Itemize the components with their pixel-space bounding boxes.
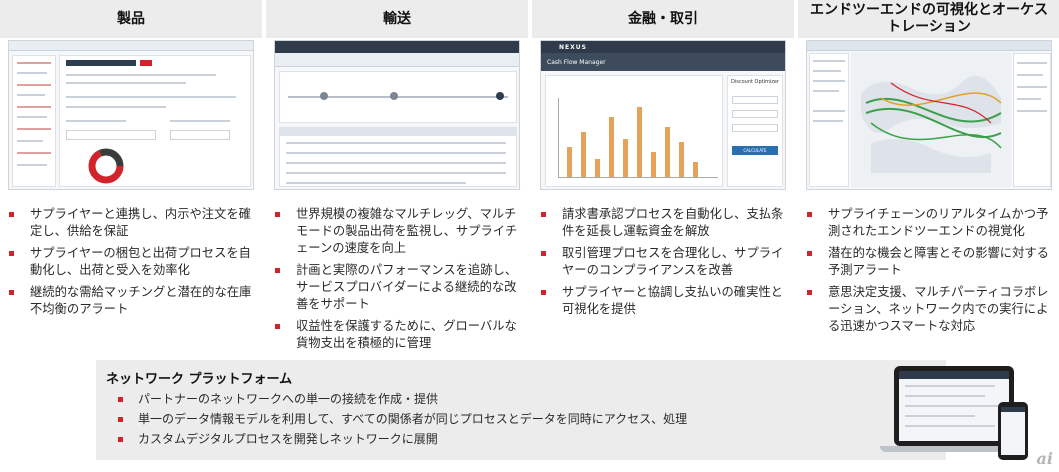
column-finance: 金融・取引 NEXUS Cash Flow Manager Discount O…: [532, 0, 794, 360]
products-screenshot: [8, 40, 254, 190]
column-title: 金融・取引: [532, 0, 794, 38]
column-title: 製品: [0, 0, 262, 38]
bullet-list: サプライヤーと連携し、内示や注文を確定し、供給を保証 サプライヤーの梱包と出荷プ…: [8, 206, 258, 323]
transport-screenshot: [274, 40, 520, 190]
bullet-list: 世界規模の複雑なマルチレッグ、マルチモードの製品出荷を監視し、サプライチェーンの…: [274, 206, 524, 357]
chart-panel: [545, 75, 723, 187]
laptop-icon: [894, 366, 1014, 446]
network-platform-section: ネットワーク プラットフォーム パートナーのネットワークへの単一の接続を作成・提…: [96, 360, 946, 460]
bullet-item: サプライヤーと連携し、内示や注文を確定し、供給を保証: [8, 206, 258, 240]
column-visibility: エンドツーエンドの可視化とオーケストレーション サプライチェーンのリアルタイムか…: [798, 0, 1059, 360]
column-products: 製品 サプライヤーと連携し、内示や注文を確定し、供給を保証 サプライヤーの梱包と…: [0, 0, 262, 360]
bullet-item: 単一のデータ情報モデルを利用して、すべての関係者が同じプロセスとデータを同時にア…: [118, 412, 687, 427]
visibility-screenshot: [806, 40, 1052, 190]
network-title: ネットワーク プラットフォーム: [106, 372, 293, 387]
bullet-item: サプライヤーと協調し支払いの確実性と可視化を提供: [540, 284, 790, 318]
network-bullet-list: パートナーのネットワークへの単一の接続を作成・提供 単一のデータ情報モデルを利用…: [118, 392, 687, 452]
bullet-item: 潜在的な機会と障害とその影響に対する予測アラート: [806, 245, 1056, 279]
phone-icon: [998, 402, 1028, 460]
bullet-item: 計画と実際のパフォーマンスを追跡し、サービスプロバイダーによる継続的な改善をサポ…: [274, 262, 524, 313]
column-title: エンドツーエンドの可視化とオーケストレーション: [798, 0, 1059, 38]
timeline-panel: [279, 71, 517, 123]
bullet-item: 世界規模の複雑なマルチレッグ、マルチモードの製品出荷を監視し、サプライチェーンの…: [274, 206, 524, 257]
right-panel: [1013, 53, 1051, 187]
bullet-list: サプライチェーンのリアルタイムかつ予測されたエンドツーエンドの視覚化 潜在的な機…: [806, 206, 1056, 340]
detail-panel: [59, 55, 251, 187]
bullet-list: 請求書承認プロセスを自動化し、支払条件を延長し運転資金を解放 取引管理プロセスを…: [540, 206, 790, 323]
devices-illustration: [880, 362, 1050, 466]
nexus-logo: NEXUS: [559, 43, 587, 51]
world-map-icon: [851, 53, 1011, 187]
shipments-table: [279, 127, 517, 187]
left-list-panel: [12, 55, 56, 187]
watermark-logo: ai: [1036, 449, 1053, 468]
left-panel: [809, 53, 849, 187]
bullet-item: 請求書承認プロセスを自動化し、支払条件を延長し運転資金を解放: [540, 206, 790, 240]
bullet-item: サプライヤーの梱包と出荷プロセスを自動化し、出荷と受入を効率化: [8, 245, 258, 279]
donut-chart-icon: [88, 148, 124, 184]
column-title: 輸送: [266, 0, 528, 38]
bullet-item: 収益性を保護するために、グローバルな貨物支出を積極的に管理: [274, 318, 524, 352]
app-title: Cash Flow Manager: [547, 58, 606, 66]
calculate-button[interactable]: CALCULATE: [732, 146, 778, 155]
bullet-item: 取引管理プロセスを合理化し、サプライヤーのコンプライアンスを改善: [540, 245, 790, 279]
bullet-item: サプライチェーンのリアルタイムかつ予測されたエンドツーエンドの視覚化: [806, 206, 1056, 240]
discount-optimizer-panel: Discount Optimizer CALCULATE: [727, 75, 783, 187]
bullet-item: カスタムデジタルプロセスを開発しネットワークに展開: [118, 432, 687, 447]
bullet-item: パートナーのネットワークへの単一の接続を作成・提供: [118, 392, 687, 407]
column-transport: 輸送 世界規模の複雑なマルチレッグ、マルチモードの製品出荷を監視し、サプライチェ…: [266, 0, 528, 360]
finance-screenshot: NEXUS Cash Flow Manager Discount Optimiz…: [540, 40, 786, 190]
bullet-item: 意思決定支援、マルチパーティコラボレーション、ネットワーク内での実行による迅速か…: [806, 284, 1056, 335]
solution-columns: 製品 サプライヤーと連携し、内示や注文を確定し、供給を保証 サプライヤーの梱包と…: [0, 0, 1059, 360]
bullet-item: 継続的な需給マッチングと潜在的な在庫不均衡のアラート: [8, 284, 258, 318]
side-panel-title: Discount Optimizer: [731, 79, 780, 85]
